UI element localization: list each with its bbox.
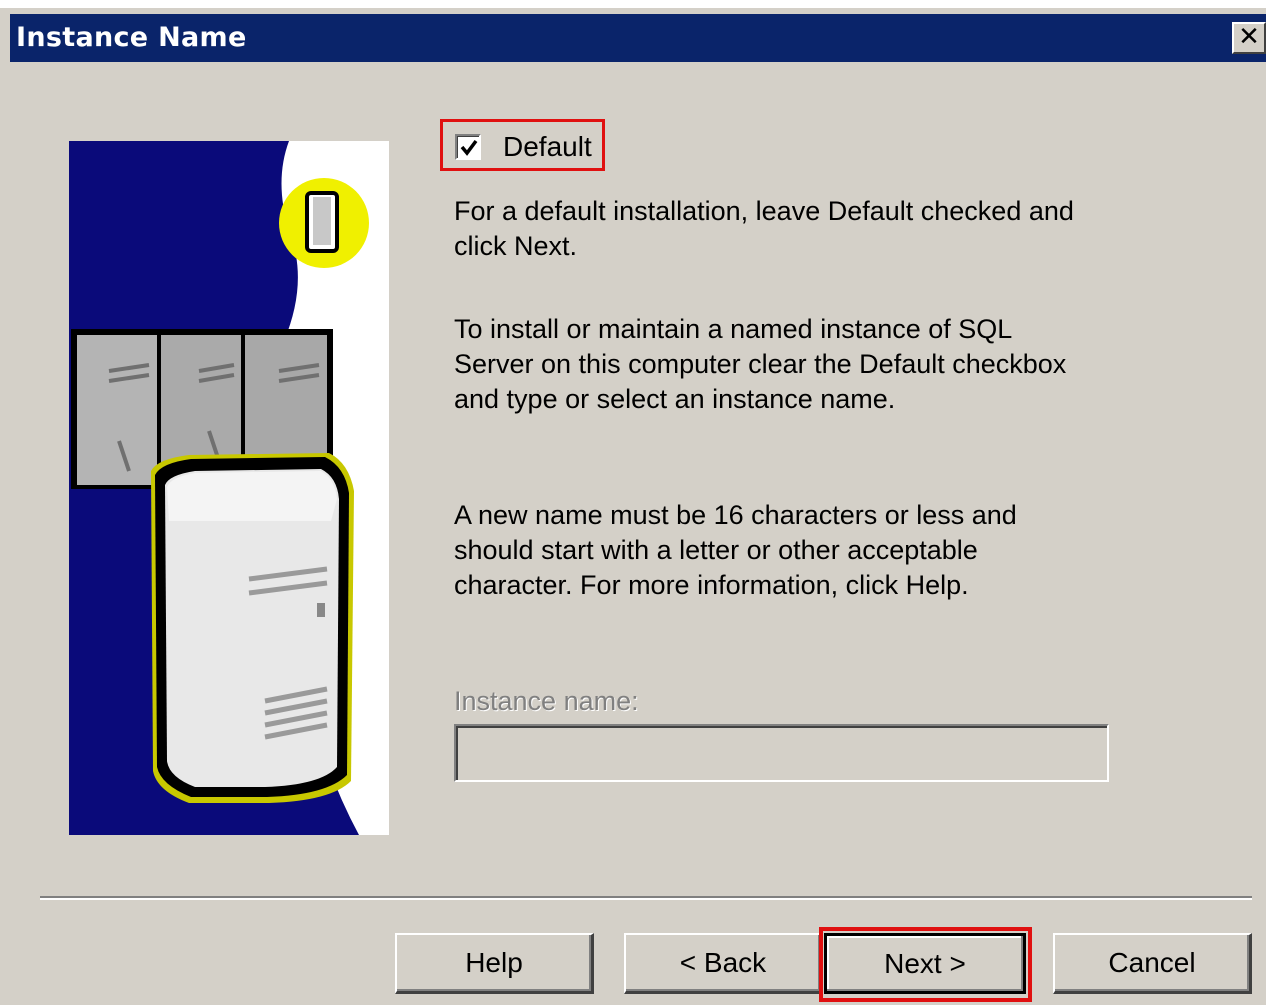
next-button[interactable]: Next > xyxy=(824,933,1026,994)
default-checkbox-label: Default xyxy=(503,131,592,162)
checkmark-icon xyxy=(460,139,478,156)
close-icon: ✕ xyxy=(1238,22,1260,52)
default-checkbox-row[interactable]: Default xyxy=(440,119,605,171)
title-bar: Instance Name ✕ xyxy=(10,14,1266,62)
back-button[interactable]: < Back xyxy=(624,933,823,994)
name-rules-text: A new name must be 16 characters or less… xyxy=(454,500,1017,600)
divider xyxy=(40,896,1252,900)
default-instructions-text: For a default installation, leave Defaul… xyxy=(454,196,1074,261)
instance-name-input[interactable] xyxy=(454,724,1109,782)
server-illustration-icon xyxy=(69,141,389,835)
window-title: Instance Name xyxy=(16,22,247,53)
named-instance-instructions-text: To install or maintain a named instance … xyxy=(454,314,1067,414)
cancel-button[interactable]: Cancel xyxy=(1053,933,1252,994)
instance-name-label: Instance name: xyxy=(454,686,639,716)
dialog-window: Instance Name ✕ Default For a default in… xyxy=(0,8,1266,1005)
default-checkbox[interactable] xyxy=(455,134,481,160)
help-button[interactable]: Help xyxy=(395,933,594,994)
close-button[interactable]: ✕ xyxy=(1232,22,1266,54)
